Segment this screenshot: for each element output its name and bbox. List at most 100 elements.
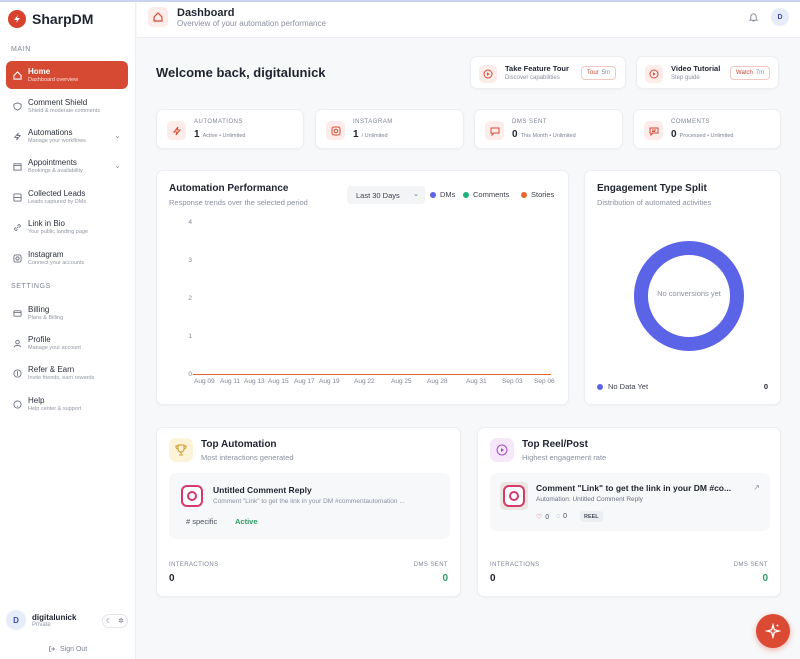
x-tick: Aug 25 [391,378,412,385]
legend-comments[interactable]: Comments [463,190,509,199]
sidebar-item-refer-earn[interactable]: Refer & Earn Invite friends, earn rewards [6,359,128,387]
instagram-icon [503,485,525,507]
chart-title: Automation Performance [169,183,289,194]
x-tick: Sep 03 [502,378,523,385]
theme-toggle[interactable]: ☾ ✲ [102,614,128,628]
calendar-icon [13,162,22,171]
stat-sub: Active • Unlimited [202,133,246,139]
home-icon [13,70,22,80]
legend-dot [521,191,527,198]
dms-sent-label: DMS SENT [413,562,448,568]
automation-description: Comment "Link" to get the link in your D… [213,498,405,505]
stat-card-dms-sent[interactable]: DMS SENT 0 This Month • Unlimited [474,109,623,149]
header-avatar[interactable]: D [771,8,789,26]
sidebar-item-profile[interactable]: Profile Manage your account [6,329,128,357]
legend-label: DMs [440,190,456,199]
sidebar-item-collected-leads[interactable]: Collected Leads Leads captured by DMs [6,183,128,211]
y-tick: 3 [188,257,192,264]
top-reel-title: Top Reel/Post [522,439,588,450]
engagement-split-card: Engagement Type Split Distribution of au… [584,170,781,405]
sun-icon[interactable]: ✲ [118,617,124,625]
dms-sent-value: 0 [762,573,768,584]
tour-duration: 5m [601,70,611,76]
sidebar-item-billing[interactable]: Billing Plans & Billing [6,299,128,327]
donut-center-text: No conversions yet [657,289,721,298]
automation-item[interactable]: Untitled Comment Reply Comment "Link" to… [169,473,450,539]
sidebar: SharpDM MAIN Home Dashboard overview Comm… [0,2,136,659]
sidebar-item-label: Help [28,396,45,405]
reel-thumbnail [500,482,528,510]
sidebar-item-help[interactable]: Help Help center & support [6,390,128,418]
sidebar-item-home[interactable]: Home Dashboard overview [6,61,128,89]
stat-label: AUTOMATIONS [194,119,243,125]
top-reel-subtitle: Highest engagement rate [522,453,607,462]
user-profile[interactable]: D digitalunick Private [6,610,76,630]
x-tick: Aug 22 [354,378,375,385]
top-reel-card: Top Reel/Post Highest engagement rate Co… [477,427,781,597]
sidebar-item-instagram[interactable]: Instagram Connect your accounts [6,244,128,272]
home-icon [148,7,168,27]
stat-card-instagram[interactable]: INSTAGRAM 1/ Unlimited [315,109,464,149]
top-automation-title: Top Automation [201,439,277,450]
reel-caption: Comment "Link" to get the link in your D… [536,483,732,493]
tour-button-label: Tour [587,70,599,76]
y-tick: 4 [188,219,192,226]
ai-assistant-button[interactable] [756,614,790,648]
sidebar-item-sub: Connect your accounts [28,260,85,266]
stat-card-automations[interactable]: AUTOMATIONS 1 Active • Unlimited [156,109,304,149]
feature-tour-card[interactable]: Take Feature Tour Discover capabilities … [470,56,626,89]
section-label-settings: SETTINGS [11,283,51,290]
chevron-down-icon[interactable]: ⌄ [114,161,121,170]
heart-icon: ♡ [536,514,543,521]
y-tick: 2 [188,295,192,302]
legend-dot [597,383,603,390]
tour-button[interactable]: Tour 5m [581,66,617,80]
stat-card-comments[interactable]: COMMENTS 0 Processed • Unlimited [633,109,781,149]
stat-value: 1 [194,129,200,140]
sidebar-item-automations[interactable]: Automations Manage your workflows ⌄ [6,122,128,150]
stat-value: 0 [671,129,677,140]
sidebar-item-comment-shield[interactable]: Comment Shield Shield & moderate comments [6,92,128,120]
sidebar-item-sub: Help center & support [28,406,82,412]
engagement-title: Engagement Type Split [597,183,707,194]
dms-sent-label: DMS SENT [733,562,768,568]
reel-item[interactable]: Comment "Link" to get the link in your D… [490,473,770,531]
date-range-select[interactable]: Last 30 Days ⌄ [347,186,425,204]
comment-icon [644,121,663,140]
sign-out-button[interactable]: Sign Out [48,645,87,653]
tour-subtitle: Discover capabilities [505,75,560,81]
external-link-icon[interactable]: ↗ [753,483,760,492]
welcome-heading: Welcome back, digitalunick [156,65,326,80]
stat-sub: Processed • Unlimited [679,133,734,139]
stat-label: COMMENTS [671,119,710,125]
dollar-icon [13,368,22,378]
trigger-tag: # specific [186,517,218,526]
x-tick: Aug 11 [220,378,241,385]
x-tick: Aug 17 [294,378,315,385]
tour-title: Take Feature Tour [505,64,569,73]
stat-sub: This Month • Unlimited [520,133,576,139]
sidebar-item-sub: Bookings & availability [28,168,83,174]
video-tutorial-card[interactable]: Video Tutorial Step guide Watch 7m [636,56,779,89]
moon-icon[interactable]: ☾ [106,617,112,625]
legend-stories[interactable]: Stories [521,190,554,199]
sidebar-item-label: Comment Shield [28,98,88,107]
video-duration: 7m [755,70,765,76]
bell-icon[interactable] [748,12,759,25]
reel-badge: REEL [580,511,603,522]
logo[interactable]: SharpDM [8,10,93,28]
watch-button-label: Watch [736,70,753,76]
shield-icon [13,101,22,111]
comments-count: 0 [563,513,568,520]
legend-dms[interactable]: DMs [430,190,455,199]
legend-dot [430,191,436,198]
video-title: Video Tutorial [671,64,721,73]
top-automation-subtitle: Most interactions generated [201,453,294,462]
sidebar-item-appointments[interactable]: Appointments Bookings & availability ⌄ [6,152,128,180]
likes-count: 0 [545,513,550,521]
x-tick: Aug 31 [466,378,487,385]
watch-button[interactable]: Watch 7m [730,66,771,80]
sparkle-icon [765,623,781,639]
chevron-down-icon[interactable]: ⌄ [114,131,121,140]
sidebar-item-link-in-bio[interactable]: Link in Bio Your public landing page [6,213,128,241]
